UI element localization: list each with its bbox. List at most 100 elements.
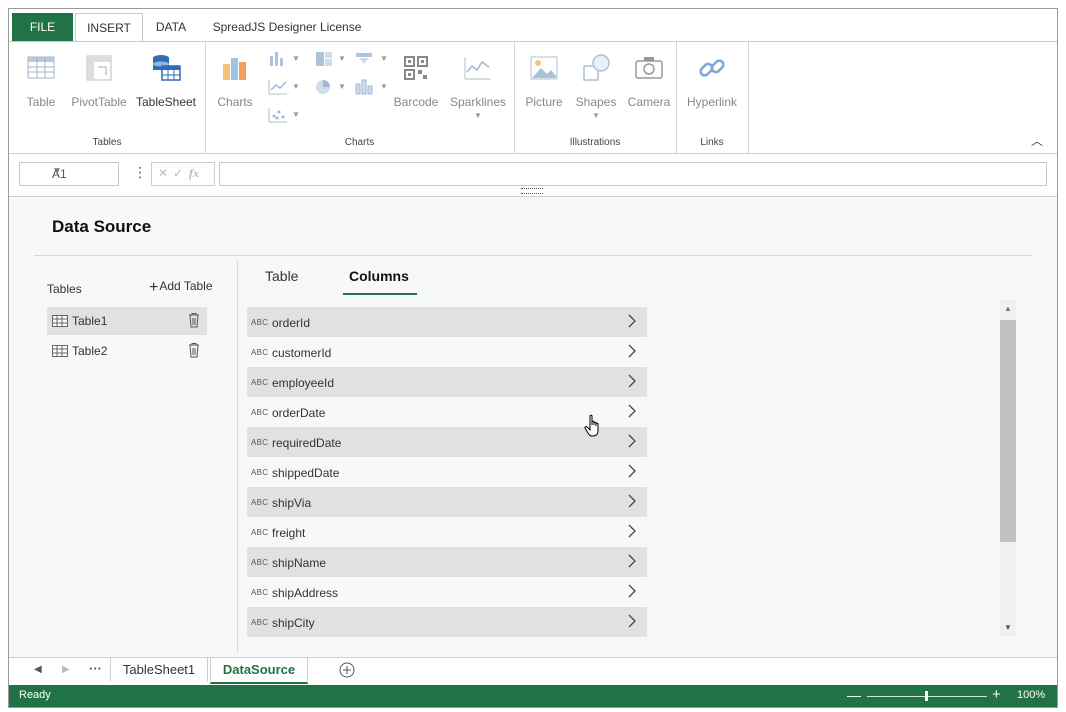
chevron-right-icon[interactable] [627, 434, 637, 448]
more-sheets-icon[interactable]: ··· [89, 661, 102, 676]
column-row[interactable]: ABC shipVia [247, 487, 647, 517]
chevron-right-icon[interactable] [627, 404, 637, 418]
previous-sheet-icon[interactable]: ◀ [34, 664, 42, 675]
confirm-icon[interactable]: ✓ [173, 166, 183, 180]
column-row[interactable]: ABC shipCity [247, 607, 647, 637]
table-list-item[interactable]: Table2 [47, 337, 207, 365]
chevron-right-icon[interactable] [627, 464, 637, 478]
zoom-out-icon[interactable]: — [847, 687, 861, 703]
shapes-button[interactable]: Shapes ▼ [574, 48, 618, 120]
cancel-icon[interactable]: ✕ [158, 166, 168, 180]
trash-icon[interactable] [188, 312, 200, 328]
chevron-down-icon[interactable]: ▼ [52, 166, 114, 177]
waterfall-chart-icon[interactable] [353, 50, 375, 68]
panel-divider [237, 261, 238, 653]
column-name: freight [272, 526, 306, 540]
column-row[interactable]: ABC shipName [247, 547, 647, 577]
chevron-right-icon[interactable] [627, 494, 637, 508]
chevron-down-icon[interactable]: ▼ [292, 54, 300, 63]
more-options-icon[interactable]: ⋮ [133, 164, 147, 181]
chevron-right-icon[interactable] [627, 554, 637, 568]
scroll-up-icon[interactable]: ▲ [1004, 304, 1012, 313]
chevron-right-icon[interactable] [627, 524, 637, 538]
statistic-chart-icon[interactable] [353, 78, 375, 96]
scrollbar-thumb[interactable] [1000, 320, 1016, 542]
picture-icon [530, 56, 558, 80]
chevron-down-icon[interactable]: ▼ [292, 82, 300, 91]
illustrations-group-label: Illustrations [569, 137, 621, 148]
charts-button[interactable]: Charts [213, 48, 257, 109]
plus-icon: + [149, 279, 159, 296]
column-chart-icon[interactable] [267, 50, 289, 68]
fx-icon[interactable]: fx [189, 166, 199, 181]
chevron-down-icon[interactable]: ▼ [380, 54, 388, 63]
table-icon [52, 315, 68, 327]
sparklines-button[interactable]: Sparklines ▼ [447, 48, 509, 120]
pivot-table-label: PivotTable [71, 95, 127, 109]
chevron-right-icon[interactable] [627, 374, 637, 388]
divider [34, 255, 1032, 256]
column-name: requiredDate [272, 436, 342, 450]
column-name: shipVia [272, 496, 312, 510]
barcode-button[interactable]: Barcode [393, 48, 439, 109]
add-sheet-icon[interactable] [339, 662, 355, 678]
table-name: Table1 [72, 314, 108, 328]
ribbon-tab-bar: FILE INSERT DATA SpreadJS Designer Licen… [9, 9, 1057, 43]
vertical-scrollbar[interactable]: ▲ ▼ [1000, 300, 1016, 636]
chevron-right-icon[interactable] [627, 614, 637, 628]
sparklines-label: Sparklines [449, 95, 507, 109]
chevron-down-icon[interactable]: ▼ [338, 82, 346, 91]
tab-table[interactable]: Table [265, 268, 298, 284]
hierarchy-chart-icon[interactable] [313, 50, 335, 68]
scatter-chart-icon[interactable] [267, 106, 289, 124]
name-box[interactable]: A1 ▼ [19, 162, 119, 186]
column-row[interactable]: ABC shipAddress [247, 577, 647, 607]
column-row[interactable]: ABC shippedDate [247, 457, 647, 487]
chevron-down-icon[interactable]: ▼ [338, 54, 346, 63]
chevron-right-icon[interactable] [627, 314, 637, 328]
hyperlink-button[interactable]: Hyperlink [682, 48, 742, 109]
tab-license[interactable]: SpreadJS Designer License [207, 13, 367, 41]
formula-input[interactable] [219, 162, 1047, 186]
line-chart-icon[interactable] [267, 78, 289, 96]
trash-icon[interactable] [188, 342, 200, 358]
tab-file[interactable]: FILE [12, 13, 73, 41]
camera-button[interactable]: Camera [626, 48, 672, 109]
column-name: shipAddress [272, 586, 339, 600]
pie-chart-icon[interactable] [313, 78, 335, 96]
table-sheet-icon [153, 55, 181, 81]
resize-handle[interactable] [521, 188, 543, 194]
zoom-in-icon[interactable]: + [992, 686, 1001, 703]
column-name: employeeId [272, 376, 335, 390]
collapse-ribbon-icon[interactable]: ︿ [1031, 132, 1043, 149]
sheet-tab[interactable]: TableSheet1 [110, 658, 208, 682]
column-row[interactable]: ABC orderId [247, 307, 647, 337]
column-row[interactable]: ABC freight [247, 517, 647, 547]
tab-data[interactable]: DATA [149, 13, 193, 41]
pivot-table-button[interactable]: PivotTable [69, 48, 129, 109]
link-icon [699, 59, 725, 77]
table-sheet-button[interactable]: TableSheet [135, 48, 197, 109]
column-type-badge: ABC [251, 438, 269, 447]
zoom-slider-handle[interactable] [925, 691, 928, 701]
chevron-right-icon[interactable] [627, 584, 637, 598]
chevron-right-icon[interactable] [627, 344, 637, 358]
table-button[interactable]: Table [21, 48, 61, 109]
scroll-down-icon[interactable]: ▼ [1004, 623, 1012, 632]
page-title: Data Source [52, 217, 152, 236]
spreadjs-designer-window: FILE INSERT DATA SpreadJS Designer Licen… [8, 8, 1058, 708]
tab-insert[interactable]: INSERT [75, 13, 143, 43]
column-row[interactable]: ABC employeeId [247, 367, 647, 397]
tab-columns[interactable]: Columns [349, 268, 409, 284]
picture-button[interactable]: Picture [522, 48, 566, 109]
table-list-item[interactable]: Table1 [47, 307, 207, 335]
add-table-button[interactable]: +Add Table [149, 279, 213, 297]
chevron-down-icon[interactable]: ▼ [380, 82, 388, 91]
next-sheet-icon[interactable]: ▶ [62, 664, 70, 675]
chevron-down-icon[interactable]: ▼ [292, 110, 300, 119]
column-type-badge: ABC [251, 408, 269, 417]
column-type-badge: ABC [251, 528, 269, 537]
sheet-tab-active[interactable]: DataSource [210, 658, 308, 684]
column-row[interactable]: ABC customerId [247, 337, 647, 367]
charts-group: Charts ▼ ▼ ▼ ▼ ▼ ▼ ▼ Barcode Sparklines … [205, 42, 515, 153]
